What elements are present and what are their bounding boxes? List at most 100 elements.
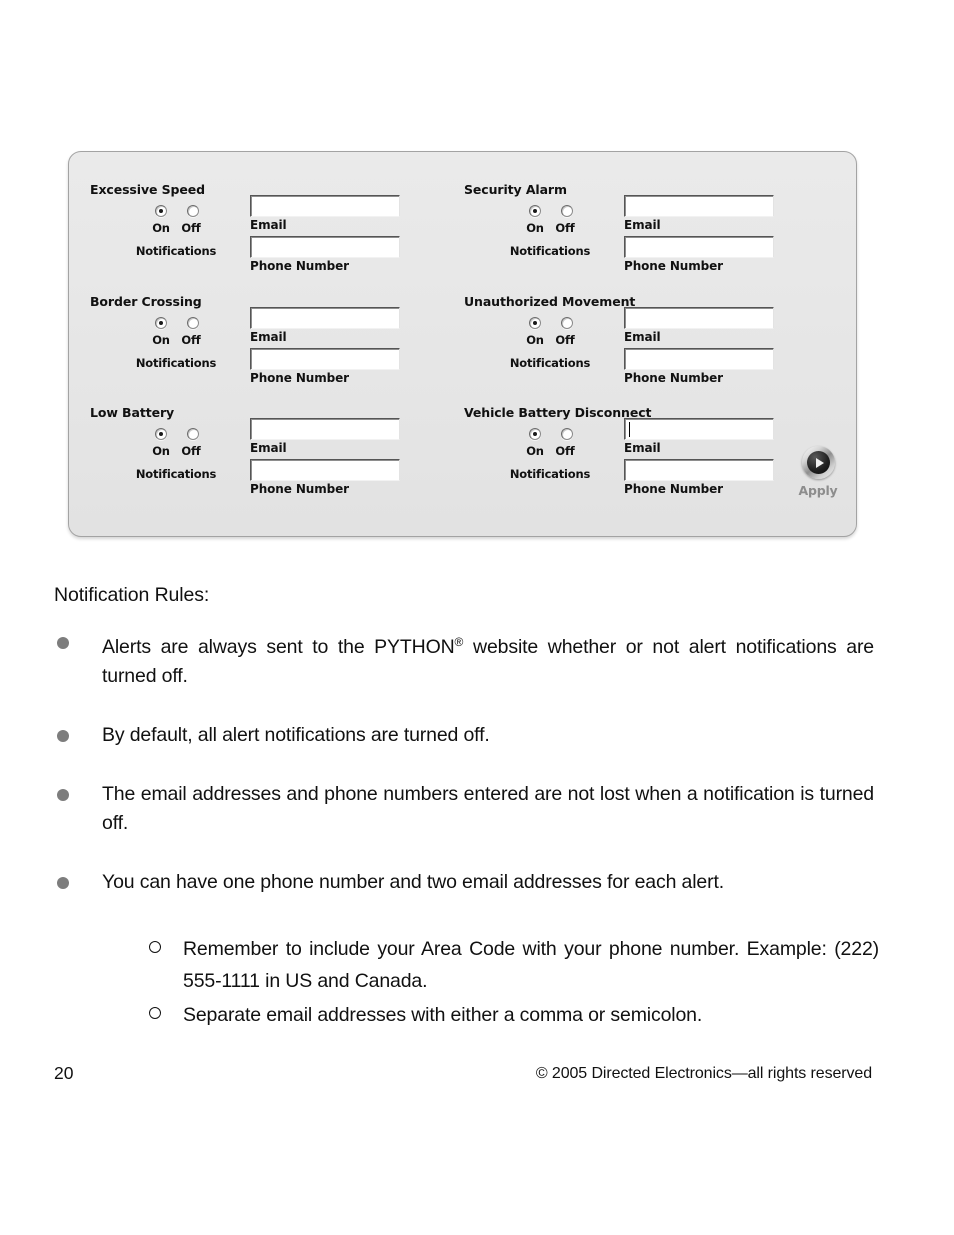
- notifications-caption: Notifications: [135, 356, 217, 370]
- notifications-caption: Notifications: [509, 467, 591, 481]
- phone-input[interactable]: [624, 459, 774, 481]
- list-item: You can have one phone number and two em…: [54, 868, 874, 897]
- list-item-text: You can have one phone number and two em…: [102, 871, 725, 893]
- radio-on[interactable]: [529, 204, 541, 217]
- email-label: Email: [250, 330, 287, 344]
- hollow-circle-bullet-icon: [149, 941, 161, 953]
- email-label: Email: [250, 441, 287, 455]
- phone-label: Phone Number: [624, 371, 723, 385]
- alert-body: On Off Notifications Email Phone Number: [464, 307, 784, 393]
- notifications-caption: Notifications: [135, 244, 217, 258]
- radio-off[interactable]: [561, 204, 573, 217]
- radio-on[interactable]: [155, 204, 167, 217]
- copyright-notice: © 2005 Directed Electronics—all rights r…: [535, 1065, 872, 1082]
- radio-label-on: On: [526, 221, 544, 235]
- radio-label-on: On: [526, 333, 544, 347]
- notifications-group: On Off Notifications: [112, 203, 240, 258]
- list-item: Remember to include your Area Code with …: [139, 933, 879, 997]
- bullet-dot-icon: [57, 877, 69, 889]
- text-caret: [629, 422, 630, 437]
- radio-row: [112, 426, 240, 441]
- email-input[interactable]: [250, 307, 400, 329]
- phone-input[interactable]: [250, 236, 400, 258]
- bullet-dot-icon: [57, 789, 69, 801]
- list-item-text: Separate email addresses with either a c…: [183, 1004, 703, 1026]
- rules-sub-bullet-list: Remember to include your Area Code with …: [139, 933, 879, 1033]
- alert-body: On Off Notifications Email Phone Number: [90, 418, 410, 504]
- alert-body: On Off Notifications Email Phone Number: [90, 195, 410, 281]
- email-label: Email: [624, 441, 661, 455]
- list-item-text: Remember to include your Area Code with …: [183, 938, 879, 992]
- list-item: By default, all alert notifications are …: [54, 721, 874, 750]
- fields-group: Email Phone Number: [250, 195, 402, 277]
- radio-labels: On Off: [486, 444, 614, 458]
- hollow-circle-bullet-icon: [149, 1007, 161, 1019]
- radio-label-off: Off: [181, 221, 201, 235]
- email-input[interactable]: [250, 418, 400, 440]
- radio-row: [486, 315, 614, 330]
- notifications-caption: Notifications: [135, 467, 217, 481]
- radio-label-on: On: [526, 444, 544, 458]
- phone-label: Phone Number: [250, 482, 349, 496]
- radio-labels: On Off: [486, 221, 614, 235]
- email-label: Email: [624, 218, 661, 232]
- radio-row: [112, 315, 240, 330]
- radio-row: [112, 203, 240, 218]
- radio-on[interactable]: [529, 316, 541, 329]
- radio-off[interactable]: [187, 427, 199, 440]
- radio-on[interactable]: [529, 427, 541, 440]
- phone-input[interactable]: [624, 348, 774, 370]
- radio-off[interactable]: [187, 204, 199, 217]
- fields-group: Email Phone Number: [624, 195, 776, 277]
- notifications-caption: Notifications: [509, 244, 591, 258]
- alert-block-low-battery: Low Battery On Off Notifications Email P…: [90, 406, 410, 504]
- radio-row: [486, 426, 614, 441]
- email-label: Email: [624, 330, 661, 344]
- email-input[interactable]: [624, 195, 774, 217]
- notification-rules-heading: Notification Rules:: [54, 584, 210, 606]
- apply-button[interactable]: Apply: [783, 446, 853, 498]
- email-input[interactable]: [624, 307, 774, 329]
- alert-grid: Excessive Speed On Off Notifications Ema…: [69, 152, 856, 536]
- alert-body: On Off Notifications Email Phone Number: [90, 307, 410, 393]
- radio-label-on: On: [152, 333, 170, 347]
- radio-label-off: Off: [555, 333, 575, 347]
- alert-block-unauthorized-movement: Unauthorized Movement On Off Notificatio…: [464, 295, 784, 393]
- phone-input[interactable]: [250, 348, 400, 370]
- bullet-text-part-a: Alerts are always sent to the PYTHON: [102, 636, 455, 658]
- radio-labels: On Off: [486, 333, 614, 347]
- radio-labels: On Off: [112, 221, 240, 235]
- radio-labels: On Off: [112, 333, 240, 347]
- list-item-text: Alerts are always sent to the PYTHON® we…: [102, 628, 874, 691]
- alert-body: On Off Notifications Email Phone Number: [464, 195, 784, 281]
- radio-on[interactable]: [155, 316, 167, 329]
- radio-label-on: On: [152, 221, 170, 235]
- alert-block-border-crossing: Border Crossing On Off Notifications Ema…: [90, 295, 410, 393]
- play-icon-inner: [806, 451, 830, 474]
- radio-off[interactable]: [561, 316, 573, 329]
- phone-label: Phone Number: [250, 259, 349, 273]
- list-item-text: By default, all alert notifications are …: [102, 724, 490, 746]
- email-label: Email: [250, 218, 287, 232]
- bullet-dot-icon: [57, 730, 69, 742]
- notification-settings-panel: Excessive Speed On Off Notifications Ema…: [68, 151, 857, 537]
- notifications-group: On Off Notifications: [112, 426, 240, 481]
- radio-off[interactable]: [561, 427, 573, 440]
- fields-group: Email Phone Number: [624, 307, 776, 389]
- apply-button-label: Apply: [798, 483, 838, 498]
- phone-label: Phone Number: [624, 259, 723, 273]
- alert-block-excessive-speed: Excessive Speed On Off Notifications Ema…: [90, 183, 410, 281]
- phone-input[interactable]: [250, 459, 400, 481]
- radio-off[interactable]: [187, 316, 199, 329]
- email-input[interactable]: [624, 418, 774, 440]
- list-item: The email addresses and phone numbers en…: [54, 780, 874, 838]
- email-input[interactable]: [250, 195, 400, 217]
- phone-input[interactable]: [624, 236, 774, 258]
- alert-body: On Off Notifications Email Phone Number: [464, 418, 784, 504]
- rules-bullet-list: Alerts are always sent to the PYTHON® we…: [54, 628, 874, 927]
- page-footer: 20 © 2005 Directed Electronics—all right…: [0, 1063, 954, 1093]
- radio-on[interactable]: [155, 427, 167, 440]
- fields-group: Email Phone Number: [624, 418, 776, 500]
- play-circle-icon: [801, 446, 835, 479]
- radio-labels: On Off: [112, 444, 240, 458]
